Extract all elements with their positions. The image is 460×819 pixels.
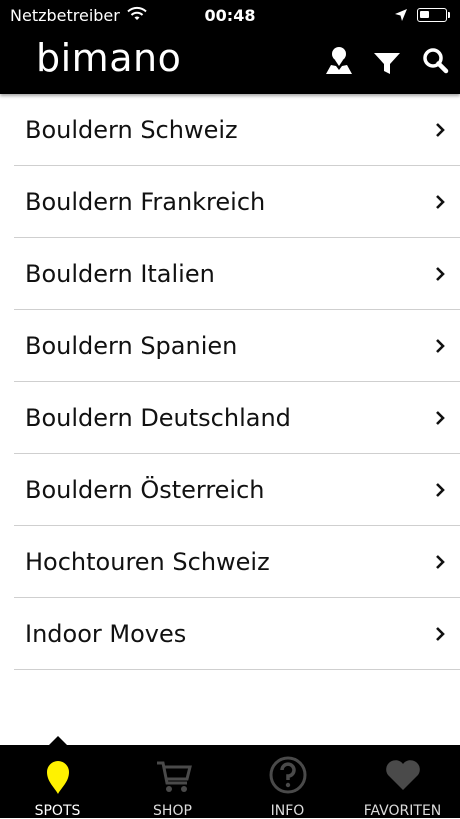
chevron-right-icon <box>431 337 449 355</box>
search-icon[interactable] <box>418 44 454 80</box>
location-arrow-icon <box>394 7 408 26</box>
cart-icon <box>115 755 230 795</box>
chevron-right-icon <box>431 265 449 283</box>
list-item-label: Bouldern Frankreich <box>25 188 266 216</box>
chevron-right-icon <box>431 481 449 499</box>
list-item-label: Bouldern Österreich <box>25 476 265 504</box>
app-logo: bimano <box>36 36 182 80</box>
filter-icon[interactable] <box>369 44 405 80</box>
tab-shop[interactable]: SHOP <box>115 745 230 819</box>
list-item-bouldern-frankreich[interactable]: Bouldern Frankreich <box>0 166 460 238</box>
list-item-bouldern-schweiz[interactable]: Bouldern Schweiz <box>0 94 460 166</box>
list-item-bouldern-deutschland[interactable]: Bouldern Deutschland <box>0 382 460 454</box>
list-item-label: Bouldern Italien <box>25 260 215 288</box>
tab-label: SHOP <box>153 803 192 819</box>
category-list: Bouldern Schweiz Bouldern Frankreich Bou… <box>0 94 460 670</box>
chevron-right-icon <box>431 409 449 427</box>
list-item-label: Bouldern Schweiz <box>25 116 238 144</box>
list-item-bouldern-spanien[interactable]: Bouldern Spanien <box>0 310 460 382</box>
divider <box>14 669 460 670</box>
app-header: bimano <box>0 32 460 94</box>
tab-label: INFO <box>270 803 305 819</box>
active-tab-indicator <box>49 736 67 745</box>
map-person-icon[interactable] <box>321 44 357 80</box>
heart-icon <box>345 755 460 795</box>
battery-tip <box>448 12 450 18</box>
chevron-right-icon <box>431 121 449 139</box>
tab-favoriten[interactable]: FAVORITEN <box>345 745 460 819</box>
list-item-bouldern-italien[interactable]: Bouldern Italien <box>0 238 460 310</box>
list-item-label: Hochtouren Schweiz <box>25 548 270 576</box>
list-item-label: Indoor Moves <box>25 620 187 648</box>
tab-spots[interactable]: SPOTS <box>0 745 115 819</box>
tab-label: SPOTS <box>34 803 81 819</box>
tab-label: FAVORITEN <box>363 803 442 819</box>
chevron-right-icon <box>431 625 449 643</box>
battery-icon <box>417 8 447 22</box>
map-pin-icon <box>0 755 115 795</box>
help-icon <box>230 755 345 795</box>
list-item-indoor-moves[interactable]: Indoor Moves <box>0 598 460 670</box>
status-bar: Netzbetreiber 00:48 <box>0 0 460 32</box>
tab-info[interactable]: INFO <box>230 745 345 819</box>
tab-bar: SPOTS SHOP INFO FAVORITEN <box>0 736 460 819</box>
chevron-right-icon <box>431 553 449 571</box>
list-item-label: Bouldern Spanien <box>25 332 238 360</box>
status-time: 00:48 <box>204 6 256 25</box>
list-item-hochtouren-schweiz[interactable]: Hochtouren Schweiz <box>0 526 460 598</box>
list-item-label: Bouldern Deutschland <box>25 404 291 432</box>
chevron-right-icon <box>431 193 449 211</box>
list-item-bouldern-oesterreich[interactable]: Bouldern Österreich <box>0 454 460 526</box>
